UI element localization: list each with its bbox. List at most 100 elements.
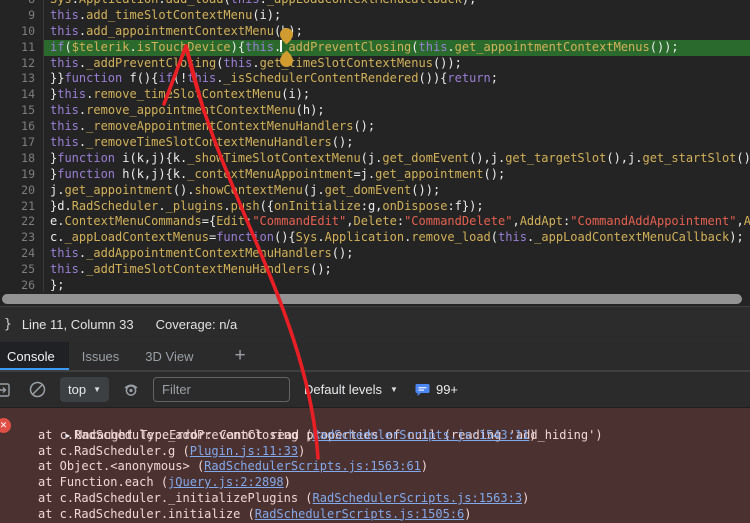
code-line[interactable]: 21 }d.RadScheduler._plugins.push({onIniti…: [0, 198, 750, 215]
source-link[interactable]: RadSchedulerScripts.js:1563:61: [204, 459, 421, 473]
line-number-gutter[interactable]: 18: [0, 150, 44, 167]
chevron-down-icon: ▼: [390, 385, 398, 394]
code-line[interactable]: 25 this._addTimeSlotContextMenuHandlers()…: [0, 262, 750, 279]
tab-3d-view[interactable]: 3D View: [132, 342, 206, 370]
console-error-message[interactable]: ▶ Uncaught TypeError: Cannot read propert…: [0, 412, 750, 442]
code-line[interactable]: 11 if($telerik.isTouchDevice){this._addPr…: [0, 39, 750, 56]
console-sidebar-toggle-icon[interactable]: [0, 381, 11, 399]
code-text: this.add_appointmentContextMenu(h);: [50, 23, 303, 38]
code-line[interactable]: 15 this.remove_appointmentContextMenu(h);: [0, 103, 750, 120]
code-line[interactable]: 16 this._removeAppointmentContextMenuHand…: [0, 119, 750, 136]
code-line[interactable]: 24 this._addAppointmentContextMenuHandler…: [0, 246, 750, 263]
code-line[interactable]: 22 e.ContextMenuCommands={Edit:"CommandEd…: [0, 214, 750, 231]
clear-console-icon[interactable]: [28, 380, 47, 399]
code-line[interactable]: 19}function h(k,j){k._contextMenuAppoint…: [0, 166, 750, 183]
code-line[interactable]: 17 this._removeTimeSlotContextMenuHandler…: [0, 135, 750, 151]
code-line[interactable]: 20 j.get_appointment().showContextMenu(j.…: [0, 182, 750, 199]
devtools-window: 8 Sys.Application.add_load(this._appLoadC…: [0, 0, 750, 523]
code-line[interactable]: 18 }function i(k,j){k._showTimeSlotContex…: [0, 150, 750, 167]
stack-frame-text: at Object.<anonymous> (: [38, 459, 205, 474]
line-number-gutter[interactable]: 14: [0, 87, 44, 104]
line-number-gutter[interactable]: 9: [0, 7, 44, 24]
stack-frame-text: at Function.each (: [38, 475, 169, 490]
line-number-gutter[interactable]: 20: [0, 182, 44, 199]
console-toolbar: top ▼ Default levels ▼ 99+: [0, 371, 750, 407]
source-editor[interactable]: 8 Sys.Application.add_load(this._appLoadC…: [0, 0, 750, 307]
code-text: Sys.Application.add_load(this._appLoadCo…: [50, 0, 476, 8]
code-line[interactable]: 23 c._appLoadContextMenus=function(){Sys.…: [0, 230, 750, 247]
line-number-gutter[interactable]: 22: [0, 214, 44, 231]
stack-frame: at c.RadScheduler._addPreventClosing (Ra…: [0, 428, 750, 444]
code-text: }this.remove_timeSlotContextMenu(i);: [50, 87, 311, 102]
line-number-gutter[interactable]: 23: [0, 230, 44, 247]
stack-frame: at Function.each (jQuery.js:2:2898): [0, 475, 750, 491]
cursor-position-label: Line 11, Column 33: [21, 317, 134, 332]
issues-counter[interactable]: 99+: [415, 382, 458, 397]
context-selector[interactable]: top ▼: [60, 377, 109, 402]
filter-input[interactable]: [153, 377, 290, 402]
tab-issues[interactable]: Issues: [69, 342, 133, 370]
code-text: this._addAppointmentContextMenuHandlers(…: [50, 246, 354, 261]
stack-frame-text: ): [420, 459, 429, 474]
code-line[interactable]: 10 this.add_appointmentContextMenu(h);: [0, 23, 750, 40]
log-levels-label: Default levels: [304, 382, 383, 397]
code-text: e.ContextMenuCommands={Edit:"CommandEdit…: [50, 214, 750, 229]
line-number-gutter[interactable]: 19: [0, 166, 44, 183]
line-number-gutter[interactable]: 13: [0, 71, 44, 88]
line-number-gutter[interactable]: 17: [0, 135, 44, 151]
source-link[interactable]: jQuery.js:2:2898: [168, 475, 284, 489]
chevron-down-icon: ▼: [93, 385, 101, 394]
stack-frame-text: at c.RadScheduler.g (: [38, 443, 190, 458]
context-selector-value: top: [68, 382, 87, 397]
pretty-print-icon[interactable]: }: [4, 317, 12, 332]
stack-frame-text: ): [529, 427, 537, 442]
stack-frame: at c.RadScheduler._initializePlugins (Ra…: [0, 491, 750, 507]
line-number-gutter[interactable]: 12: [0, 55, 44, 72]
line-number-gutter[interactable]: 8: [0, 0, 44, 8]
source-link[interactable]: RadSchedulerScripts.js:1505:6: [255, 507, 465, 521]
line-number-gutter[interactable]: 16: [0, 119, 44, 136]
selection-handle-start[interactable]: [280, 28, 293, 41]
line-number-gutter[interactable]: 11: [0, 39, 44, 56]
line-number-gutter[interactable]: 25: [0, 262, 44, 279]
code-text: this._removeTimeSlotContextMenuHandlers(…: [50, 135, 354, 150]
code-text: if($telerik.isTouchDevice){this._addPrev…: [50, 39, 679, 54]
tab-console[interactable]: Console: [0, 342, 69, 370]
code-text: this._removeAppointmentContextMenuHandle…: [50, 119, 376, 134]
stack-frame-text: ): [298, 443, 306, 458]
code-text: this.remove_appointmentContextMenu(h);: [50, 103, 325, 118]
stack-frame: at c.RadScheduler.initialize (RadSchedul…: [0, 507, 750, 523]
add-tab-button[interactable]: +: [220, 342, 259, 370]
line-number-gutter[interactable]: 10: [0, 23, 44, 40]
live-expression-eye-icon[interactable]: [120, 379, 142, 401]
source-link[interactable]: RadSchedulerScripts.js:1563:3: [313, 491, 523, 505]
line-number-gutter[interactable]: 15: [0, 103, 44, 120]
stack-frame: at Object.<anonymous> (RadSchedulerScrip…: [0, 459, 750, 475]
horizontal-scrollbar[interactable]: [0, 292, 750, 306]
code-line[interactable]: 8 Sys.Application.add_load(this._appLoadC…: [0, 0, 750, 8]
code-text: c._appLoadContextMenus=function(){Sys.Ap…: [50, 230, 744, 245]
line-number-gutter[interactable]: 24: [0, 246, 44, 263]
line-number-gutter[interactable]: 21: [0, 198, 44, 215]
code-text: this._addTimeSlotContextMenuHandlers();: [50, 262, 332, 277]
drawer-tabbar: Console Issues 3D View +: [0, 342, 750, 371]
log-levels-dropdown[interactable]: Default levels ▼: [304, 382, 398, 397]
code-line[interactable]: 9 this.add_timeSlotContextMenu(i);: [0, 7, 750, 24]
code-text: }d.RadScheduler._plugins.push({onInitial…: [50, 198, 484, 213]
code-text: this.add_timeSlotContextMenu(i);: [50, 7, 282, 22]
selection-handle-end[interactable]: [280, 54, 293, 67]
stack-frame-text: ): [464, 506, 472, 521]
console-messages: ✕ ▶ Uncaught TypeError: Cannot read prope…: [0, 407, 750, 523]
issues-count-label: 99+: [435, 382, 459, 397]
code-line[interactable]: 14 }this.remove_timeSlotContextMenu(i);: [0, 87, 750, 104]
code-line[interactable]: 13}}function f(){if(!this._isSchedulerCo…: [0, 71, 750, 88]
code-lines: 8 Sys.Application.add_load(this._appLoadC…: [0, 0, 750, 294]
source-link[interactable]: RadSchedulerScripts.js:1543:11: [313, 428, 530, 442]
code-text: this._addPreventClosing(this.get_timeSlo…: [50, 55, 462, 70]
stack-frame-text: ): [522, 490, 530, 505]
scrollbar-thumb[interactable]: [2, 294, 742, 304]
stack-frame-text: at c.RadScheduler._initializePlugins (: [38, 490, 313, 505]
code-text: }function i(k,j){k._showTimeSlotContextM…: [50, 150, 750, 165]
source-link[interactable]: Plugin.js:11:33: [190, 444, 298, 458]
code-line[interactable]: 12 this._addPreventClosing(this.get_timeS…: [0, 55, 750, 72]
